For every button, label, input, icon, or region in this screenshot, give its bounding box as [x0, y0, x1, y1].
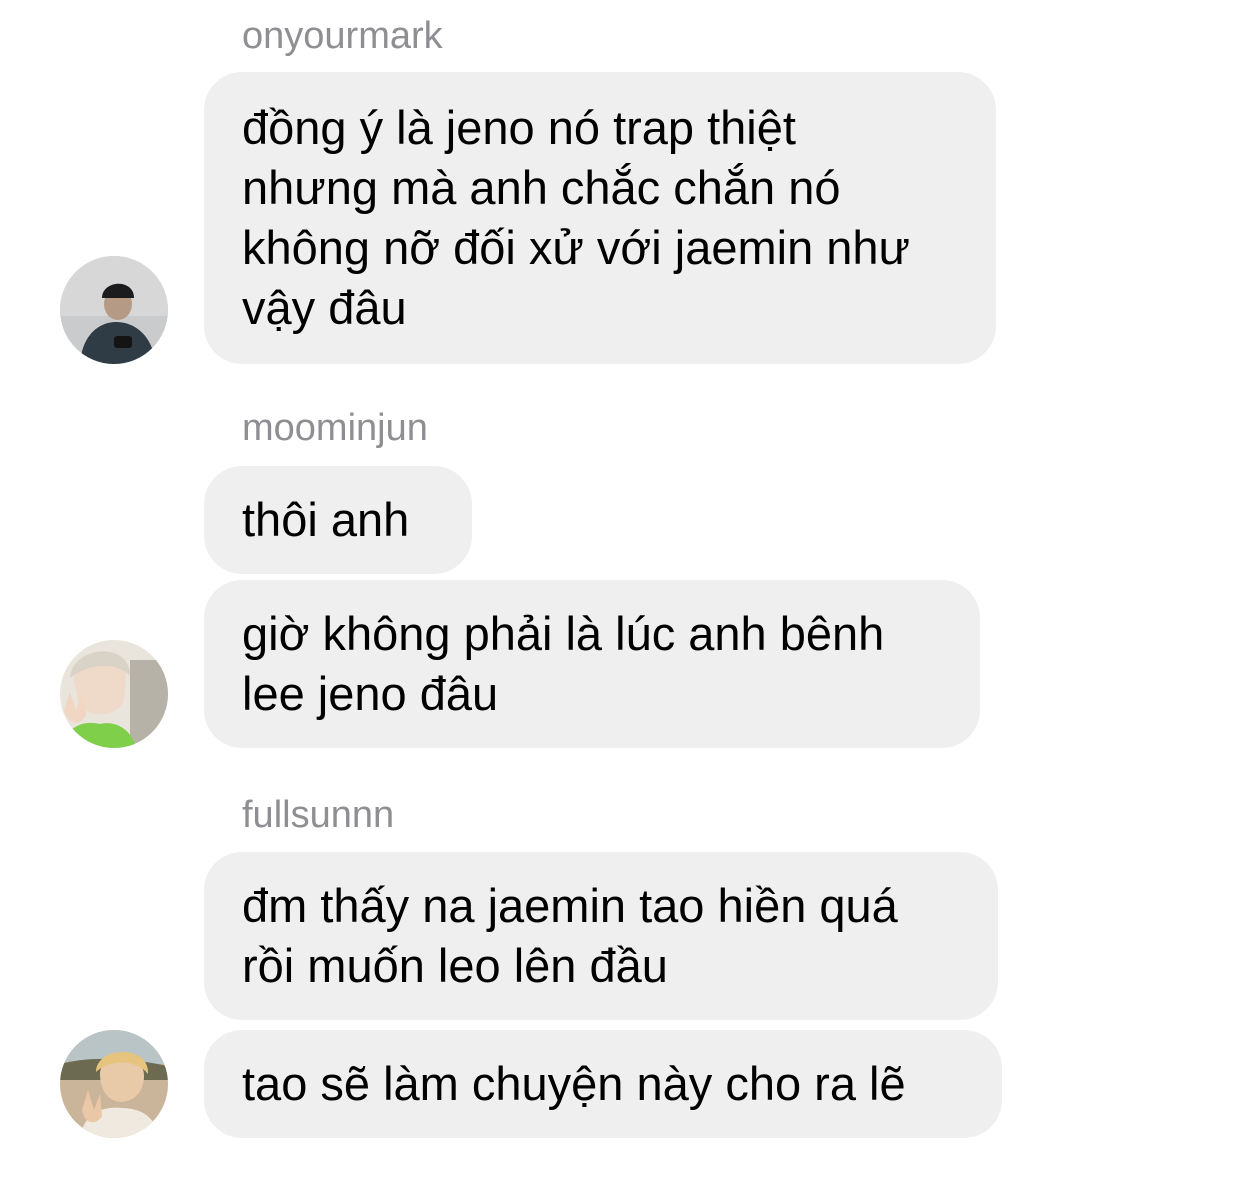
message-text-line: vậy đâu — [242, 281, 407, 334]
message-text-line: tao sẽ làm chuyện này cho ra lẽ — [242, 1057, 906, 1110]
message-text-line: nhưng mà anh chắc chắn nó — [242, 161, 841, 214]
message-text-line: lee jeno đâu — [242, 667, 499, 720]
sender-name: onyourmark — [242, 15, 443, 57]
message-text-line: rồi muốn leo lên đầu — [242, 939, 668, 992]
user-photo-peace-sign-icon[interactable] — [60, 640, 168, 748]
message-bubble[interactable]: tao sẽ làm chuyện này cho ra lẽ — [204, 1030, 1002, 1138]
user-photo-beanie-icon[interactable] — [60, 256, 168, 364]
message-bubble[interactable]: giờ không phải là lúc anh bênh lee jeno … — [204, 580, 980, 748]
sender-name: fullsunnn — [242, 794, 395, 836]
message-text-line: không nỡ đối xử với jaemin như — [242, 221, 911, 274]
message-bubble[interactable]: đồng ý là jeno nó trap thiệt nhưng mà an… — [204, 72, 996, 364]
sender-name: moominjun — [242, 407, 428, 449]
message-text-line: giờ không phải là lúc anh bênh — [242, 607, 885, 660]
user-photo-outdoor-icon[interactable] — [60, 1030, 168, 1138]
message-text-line: thôi anh — [242, 493, 410, 546]
message-bubble[interactable]: đm thấy na jaemin tao hiền quá rồi muốn … — [204, 852, 998, 1020]
message-bubble[interactable]: thôi anh — [204, 466, 472, 574]
message-text-line: đm thấy na jaemin tao hiền quá — [242, 879, 898, 932]
message-text-line: đồng ý là jeno nó trap thiệt — [242, 101, 796, 154]
